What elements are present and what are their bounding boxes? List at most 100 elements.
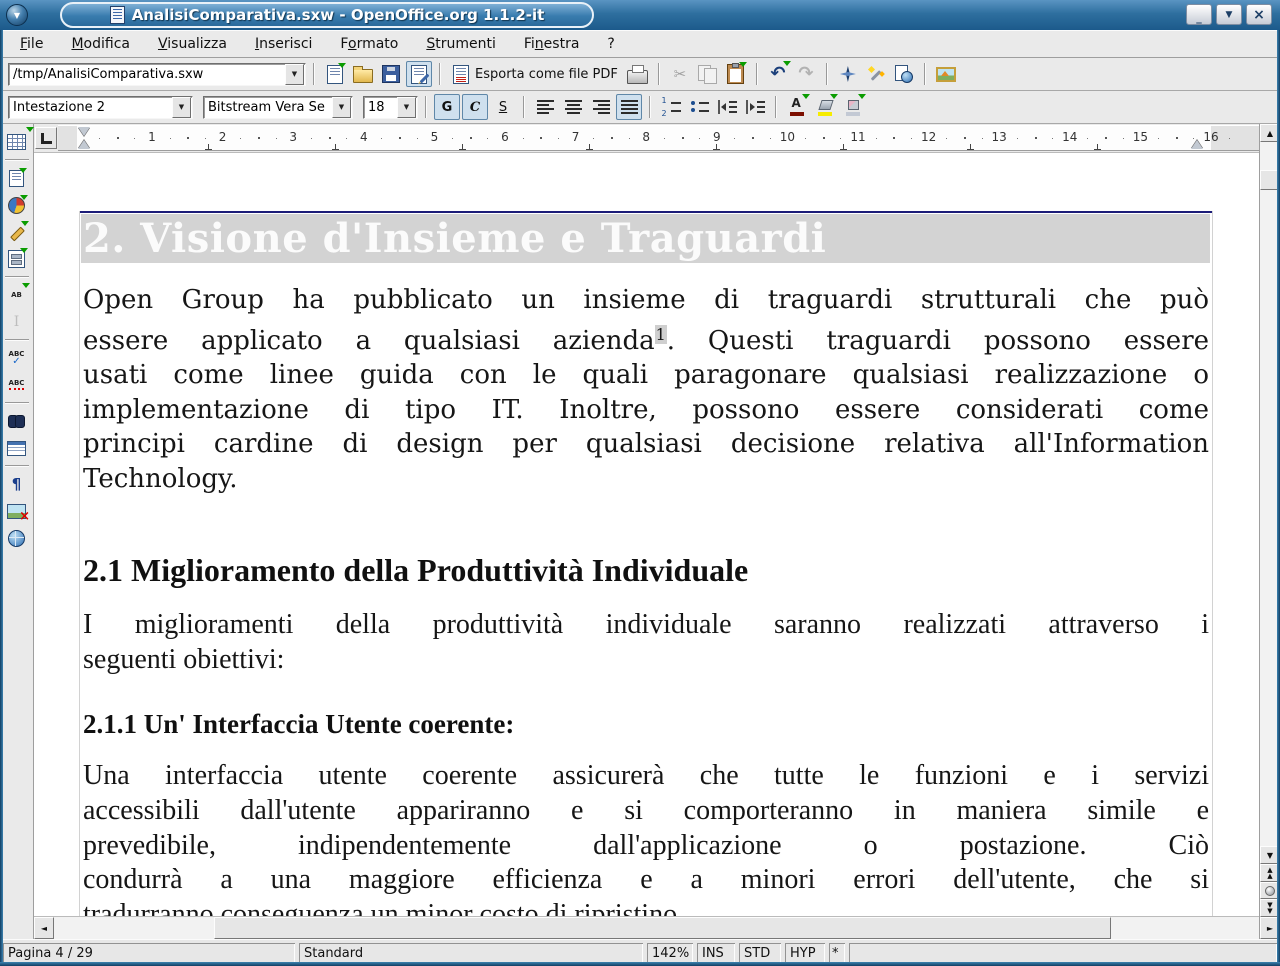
spellcheck-button[interactable]: ABC✓ [4,346,30,370]
scroll-right-button[interactable]: ► [1260,917,1280,939]
ruler-tick [399,137,401,139]
indent-marker[interactable] [78,127,90,149]
horizontal-scroll-thumb[interactable] [214,917,1111,939]
auto-spellcheck-button[interactable]: ABC [4,373,30,397]
menu-item-visualizza[interactable]: Visualizza [144,34,241,54]
draw-functions-button[interactable] [4,220,30,244]
align-right-button[interactable] [588,94,614,120]
paragraph-style-dropdown-button[interactable]: ▼ [172,97,191,118]
paragraph-background-button[interactable] [840,94,866,120]
paragraph-style-combobox[interactable]: Intestazione 2 ▼ [8,96,193,119]
status-zoom-field[interactable]: 142% [647,943,693,963]
font-name-value[interactable]: Bitstream Vera Se [204,100,332,115]
nonprinting-characters-button[interactable]: ¶ [4,472,30,496]
document-canvas[interactable]: 2. Visione d'Insieme e Traguardi Open Gr… [34,153,1259,916]
load-url-combobox[interactable]: /tmp/AnalisiComparativa.sxw ▼ [8,63,306,86]
autotext-button[interactable]: AB [4,283,30,307]
paste-button[interactable] [723,61,749,87]
numbered-list-button[interactable] [658,94,684,120]
open-document-button[interactable] [350,61,376,87]
previous-page-button[interactable]: ▲▲ [1260,864,1280,882]
undo-button[interactable]: ↶ [765,61,791,87]
data-sources-button[interactable] [4,436,30,460]
insert-object-button[interactable] [4,193,30,217]
horizontal-ruler[interactable]: 12345678910111213141516 [58,125,1259,151]
increase-indent-button[interactable] [742,94,768,120]
new-document-button[interactable] [322,61,348,87]
titlebar[interactable]: ▼ AnalisiComparativa.sxw - OpenOffice.or… [0,0,1280,30]
tab-type-selector-button[interactable] [35,127,57,149]
ruler-tabstop-mark [459,144,466,150]
export-pdf-button[interactable]: Esporta come file PDF [448,61,623,87]
menu-item-formato[interactable]: Formato [326,34,412,54]
italic-button[interactable]: C [462,94,488,120]
stylist-button[interactable] [863,61,889,87]
status-page-field[interactable]: Pagina 4 / 29 [3,943,295,963]
insert-fields-button[interactable] [4,166,30,190]
find-replace-button[interactable] [4,409,30,433]
font-size-combobox[interactable]: 18 ▼ [363,96,418,119]
horizontal-scrollbar[interactable]: ◄ [34,916,1259,939]
paragraph-3[interactable]: Una interfaccia utente coerente assicure… [83,759,1209,916]
font-name-dropdown-button[interactable]: ▼ [332,97,351,118]
left-arrow-icon: ◄ [41,924,47,933]
align-center-button[interactable] [560,94,586,120]
right-indent-marker[interactable] [1191,139,1203,149]
menu-item-finestra[interactable]: Finestra [510,34,594,54]
insert-button[interactable] [4,130,30,154]
graphics-onoff-button[interactable]: × [4,499,30,523]
bold-button[interactable]: G [434,94,460,120]
ruler-tick [682,137,684,139]
load-url-dropdown-button[interactable]: ▼ [285,64,304,85]
close-button[interactable]: × [1246,4,1272,25]
font-size-dropdown-button[interactable]: ▼ [397,97,416,118]
bullet-list-icon [690,99,709,115]
window-menu-button[interactable]: ▼ [6,4,28,26]
print-button[interactable] [625,61,651,87]
paragraph-1[interactable]: Open Group ha pubblicato un insieme di t… [83,283,1209,497]
menu-item-strumenti[interactable]: Strumenti [412,34,510,54]
menu-item-help[interactable]: ? [593,34,628,54]
align-left-button[interactable] [532,94,558,120]
status-selection-mode-field[interactable]: STD [739,943,781,963]
maximize-button[interactable]: ▼ [1216,4,1242,25]
save-document-button[interactable] [378,61,404,87]
menu-item-file[interactable]: File [6,34,57,54]
load-url-value[interactable]: /tmp/AnalisiComparativa.sxw [9,67,285,82]
menu-item-modifica[interactable]: Modifica [57,34,144,54]
navigator-button[interactable] [835,61,861,87]
gallery-button[interactable] [933,61,959,87]
scroll-down-button[interactable]: ▼ [1260,846,1280,864]
next-page-button[interactable]: ▼▼ [1260,899,1280,917]
scroll-up-button[interactable]: ▲ [1260,124,1280,142]
vertical-scroll-thumb[interactable] [1260,170,1280,190]
online-layout-button[interactable] [4,526,30,550]
font-size-value[interactable]: 18 [364,100,397,115]
heading-2-1-1[interactable]: 2.1.1 Un' Interfaccia Utente coerente: [83,709,514,740]
footnote-reference[interactable]: 1 [655,325,667,344]
vertical-scrollbar[interactable]: ▲ ▼ ▲▲ ▼▼ ► [1259,124,1280,939]
hyperlink-dialog-button[interactable] [891,61,917,87]
navigation-button[interactable] [1260,882,1280,899]
bullet-list-button[interactable] [686,94,712,120]
ruler-tick [982,138,983,139]
status-page-style-field[interactable]: Standard [299,943,643,963]
font-name-combobox[interactable]: Bitstream Vera Se ▼ [203,96,353,119]
underline-button[interactable]: S [490,94,516,120]
scroll-left-button[interactable]: ◄ [34,917,54,939]
form-functions-button[interactable] [4,247,30,271]
vertical-scroll-track[interactable] [1260,142,1280,846]
horizontal-scroll-track[interactable] [54,917,1259,939]
justify-button[interactable] [616,94,642,120]
menu-item-inserisci[interactable]: Inserisci [241,34,326,54]
heading-2-1[interactable]: 2.1 Miglioramento della Produttività Ind… [83,552,748,589]
highlighting-button[interactable] [812,94,838,120]
minimize-button[interactable]: _ [1186,4,1212,25]
paragraph-style-value[interactable]: Intestazione 2 [9,100,172,115]
status-hyperlink-mode-field[interactable]: HYP [785,943,825,963]
status-insert-mode-field[interactable]: INS [697,943,735,963]
edit-file-button[interactable] [406,61,432,87]
decrease-indent-button[interactable] [714,94,740,120]
font-color-button[interactable] [784,94,810,120]
paragraph-2[interactable]: I miglioramenti della produttività indiv… [83,607,1209,677]
